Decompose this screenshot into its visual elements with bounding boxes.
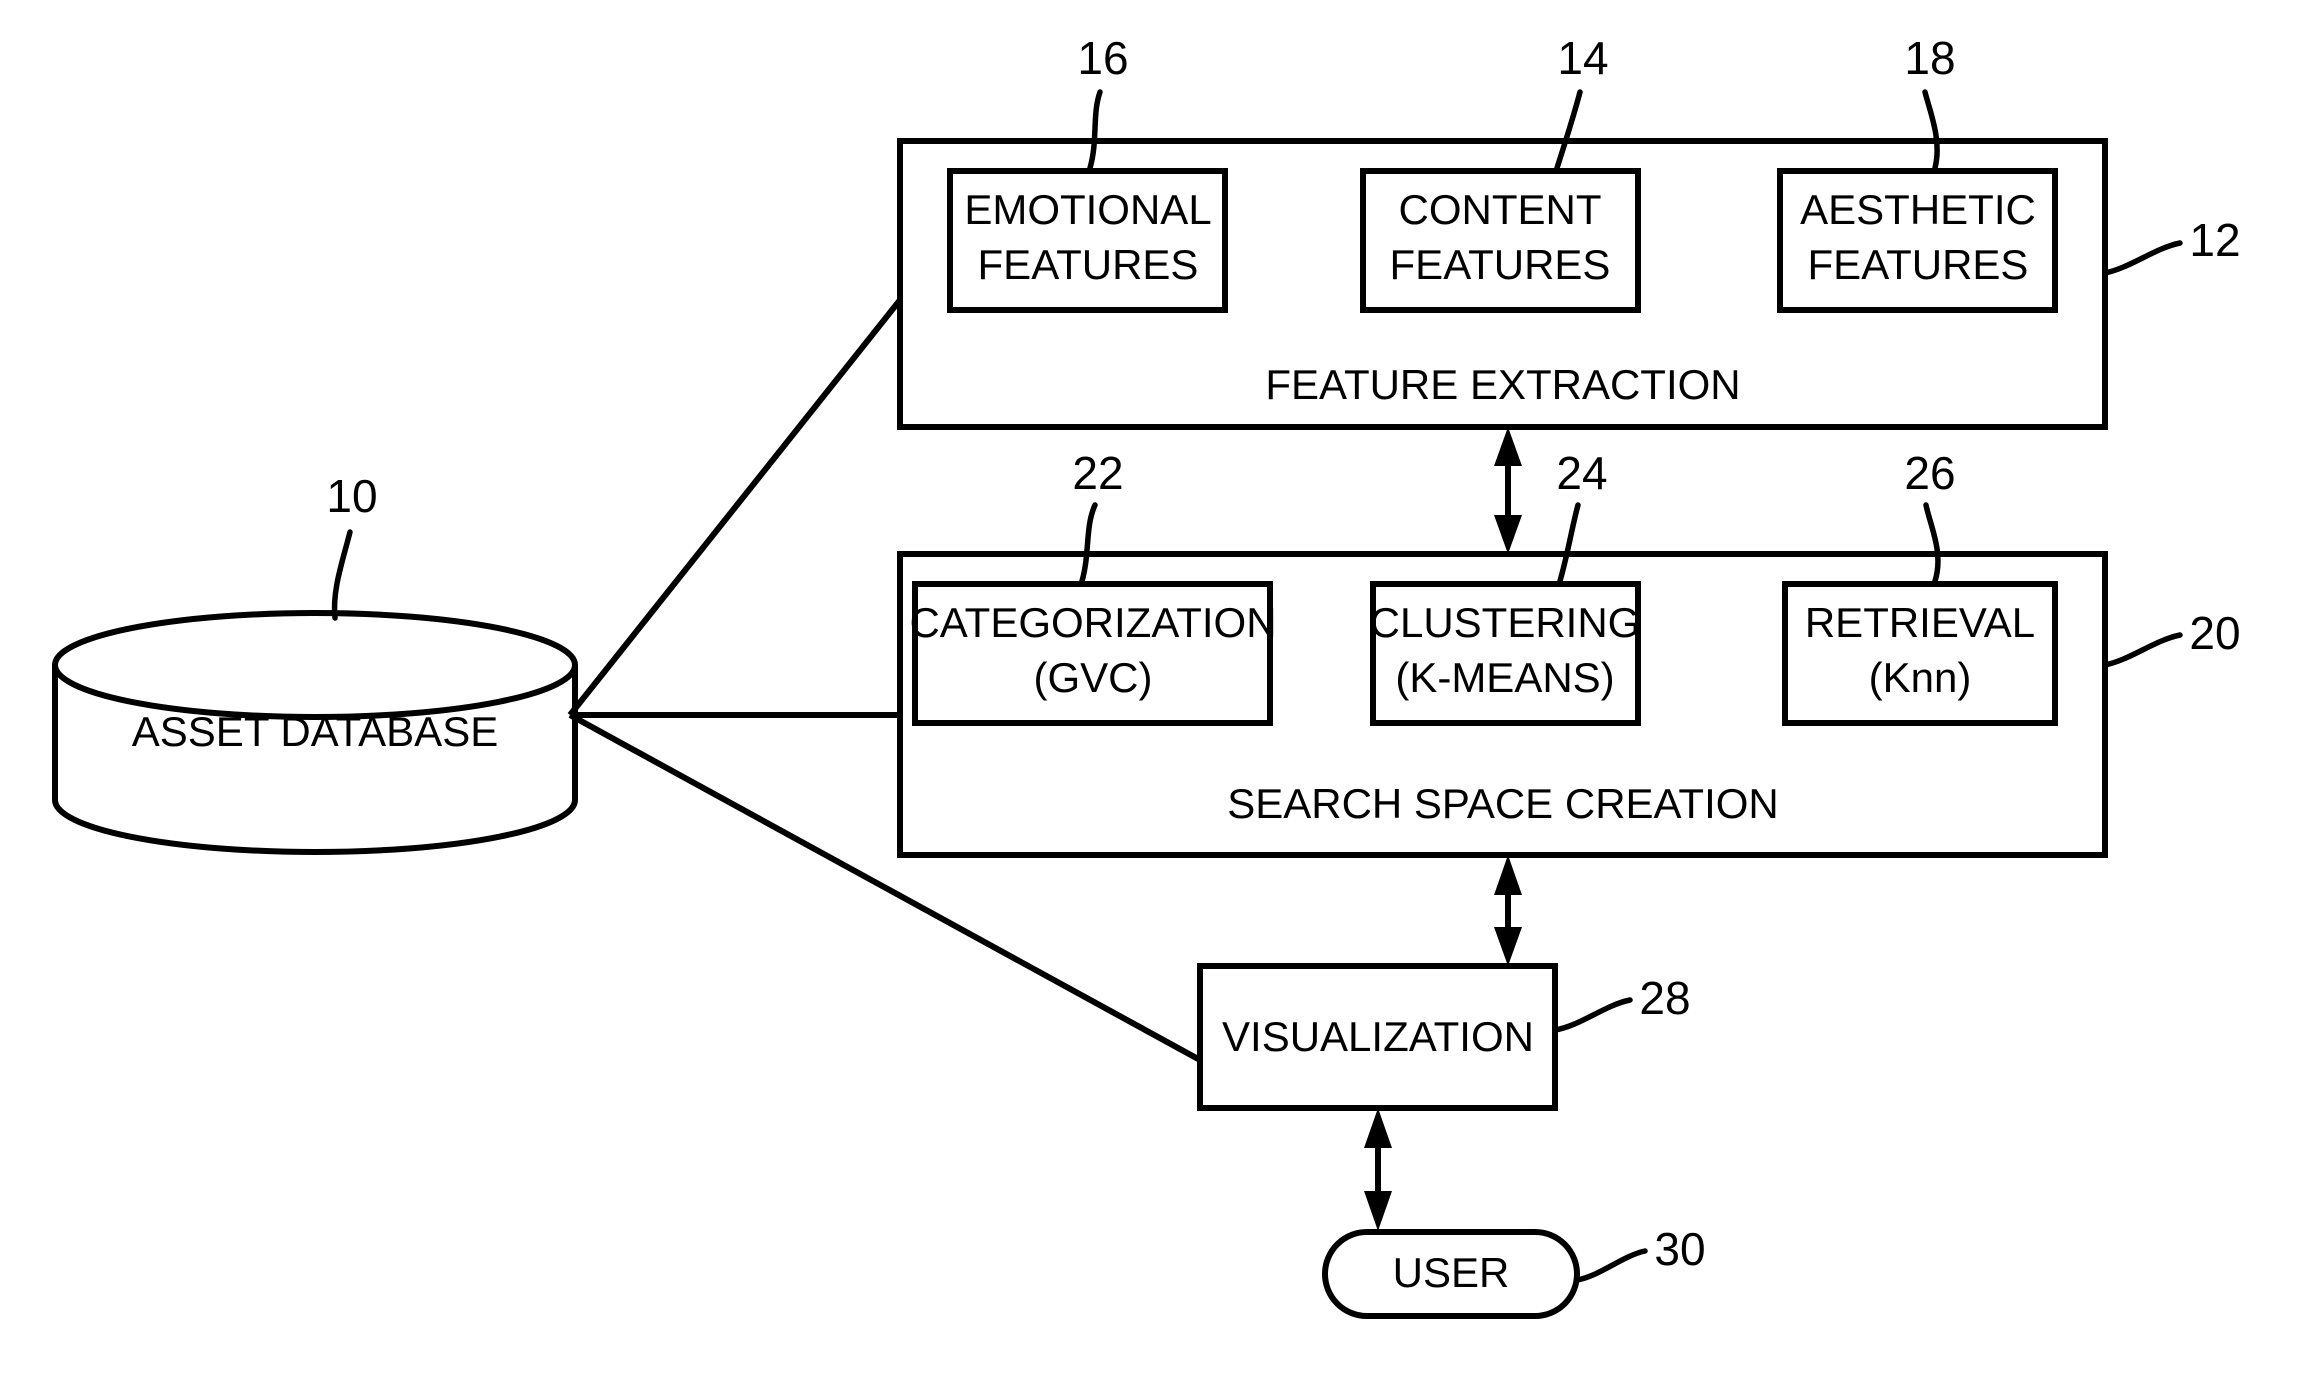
connector-db-to-visualization [568, 712, 1202, 1063]
ref-number-30: 30 [1654, 1223, 1705, 1275]
node-aesthetic-features[interactable]: AESTHETIC FEATURES [1777, 168, 2058, 313]
node-asset-database[interactable]: ASSET DATABASE [52, 610, 578, 855]
ref-number-28: 28 [1639, 972, 1690, 1024]
ref-number-26: 26 [1904, 447, 1955, 499]
node-retrieval[interactable]: RETRIEVAL (Knn) [1782, 581, 2058, 726]
ref-number-18: 18 [1904, 32, 1955, 84]
ref-leader-26: 26 [1904, 447, 1956, 584]
ref-leader-22: 22 [1072, 447, 1124, 584]
ref-number-20: 20 [2189, 607, 2240, 659]
ref-leader-12: 12 [2102, 214, 2241, 276]
ref-number-14: 14 [1557, 32, 1608, 84]
ref-leader-24: 24 [1556, 447, 1608, 584]
ref-number-12: 12 [2189, 214, 2240, 266]
categorization-label-line1: CATEGORIZATION [909, 599, 1276, 646]
emotional-features-label-line2: FEATURES [978, 241, 1199, 288]
node-visualization[interactable]: VISUALIZATION [1197, 963, 1558, 1111]
ref-leader-10: 10 [326, 470, 378, 621]
ref-number-24: 24 [1556, 447, 1607, 499]
ref-number-10: 10 [326, 470, 377, 522]
content-features-label-line2: FEATURES [1390, 241, 1611, 288]
patent-figure: ASSET DATABASE 10 FEATURE EXTRACTION 12 … [0, 0, 2310, 1397]
node-clustering[interactable]: CLUSTERING (K-MEANS) [1370, 581, 1641, 726]
ref-leader-16: 16 [1077, 32, 1129, 171]
user-label: USER [1393, 1249, 1510, 1296]
aesthetic-features-label-line1: AESTHETIC [1800, 186, 2036, 233]
ref-leader-20: 20 [2102, 607, 2241, 668]
content-features-label-line1: CONTENT [1399, 186, 1602, 233]
ref-number-16: 16 [1077, 32, 1128, 84]
clustering-label-line1: CLUSTERING [1370, 599, 1641, 646]
connector-db-to-feature-extraction [567, 298, 903, 717]
aesthetic-features-label-line2: FEATURES [1808, 241, 2029, 288]
arrow-feature-extraction-search-space [1494, 427, 1522, 554]
ref-leader-18: 18 [1904, 32, 1956, 171]
ref-number-22: 22 [1072, 447, 1123, 499]
feature-extraction-label: FEATURE EXTRACTION [1265, 361, 1740, 408]
categorization-label-line2: (GVC) [1034, 654, 1153, 701]
clustering-label-line2: (K-MEANS) [1395, 654, 1614, 701]
node-categorization[interactable]: CATEGORIZATION (GVC) [909, 581, 1277, 726]
node-emotional-features[interactable]: EMOTIONAL FEATURES [947, 168, 1228, 313]
retrieval-label-line2: (Knn) [1869, 654, 1972, 701]
arrow-visualization-user [1364, 1108, 1392, 1231]
emotional-features-label-line1: EMOTIONAL [964, 186, 1211, 233]
ref-leader-30: 30 [1574, 1223, 1706, 1283]
visualization-label: VISUALIZATION [1222, 1013, 1534, 1060]
ref-leader-28: 28 [1552, 972, 1691, 1033]
search-space-creation-label: SEARCH SPACE CREATION [1227, 780, 1779, 827]
retrieval-label-line1: RETRIEVAL [1805, 599, 2035, 646]
arrow-search-space-visualization [1494, 855, 1522, 966]
node-user[interactable]: USER [1322, 1229, 1580, 1319]
node-content-features[interactable]: CONTENT FEATURES [1360, 168, 1641, 313]
ref-leader-14: 14 [1554, 32, 1609, 171]
asset-database-label: ASSET DATABASE [132, 708, 498, 755]
